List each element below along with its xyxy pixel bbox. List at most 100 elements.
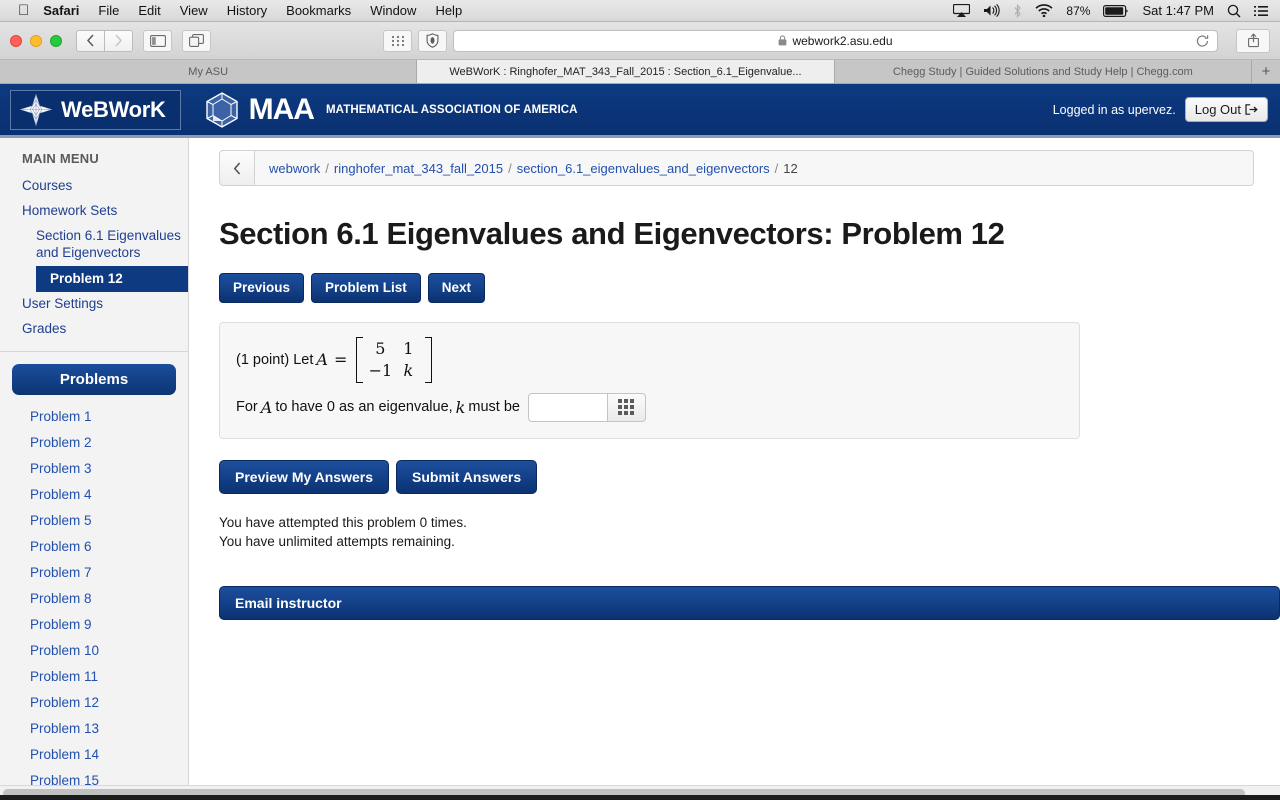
logged-in-text: Logged in as upervez. xyxy=(1052,102,1176,117)
lock-icon xyxy=(779,35,787,46)
privacy-shield-icon[interactable] xyxy=(418,29,447,52)
email-instructor-row: Email instructor xyxy=(219,585,1280,620)
menu-item-help[interactable]: Help xyxy=(435,3,462,18)
problem-link[interactable]: Problem 13 xyxy=(0,715,188,741)
breadcrumb-separator: / xyxy=(508,160,512,176)
share-icon[interactable] xyxy=(1236,28,1270,53)
maximize-window-button[interactable] xyxy=(50,34,62,47)
breadcrumb-separator: / xyxy=(774,160,779,176)
screen-bottom-edge xyxy=(0,795,1280,800)
breadcrumb-item-set[interactable]: section_6.1_eigenvalues_and_eigenvectors xyxy=(517,161,770,176)
preview-my-answers-button[interactable]: Preview My Answers xyxy=(219,459,389,494)
keypad-dots xyxy=(618,399,635,415)
menu-item-bookmarks[interactable]: Bookmarks xyxy=(286,3,351,18)
browser-tab-bar: My ASU WeBWorK : Ringhofer_MAT_343_Fall_… xyxy=(0,60,1280,84)
problem-link[interactable]: Problem 5 xyxy=(0,507,188,533)
notification-center-icon[interactable] xyxy=(1254,5,1268,17)
apple-menu-icon[interactable]:  xyxy=(18,3,29,18)
main-menu-heading: MAIN MENU xyxy=(22,151,99,166)
matrix-cell-r1c1: 5 xyxy=(375,339,386,358)
question-variable-a: A xyxy=(260,397,273,417)
next-button[interactable]: Next xyxy=(427,273,486,303)
browser-tab-chegg[interactable]: Chegg Study | Guided Solutions and Study… xyxy=(835,60,1252,83)
submit-answers-button[interactable]: Submit Answers xyxy=(396,459,538,494)
forward-button[interactable] xyxy=(104,29,133,52)
problems-section-header[interactable]: Problems xyxy=(12,364,176,396)
attempts-count-text: You have attempted this problem 0 times. xyxy=(219,514,467,530)
breadcrumb-item-course[interactable]: ringhofer_mat_343_fall_2015 xyxy=(334,161,503,176)
problem-points-text: (1 point) Let xyxy=(236,351,314,368)
problem-matrix-line: (1 point) Let A = 5 1 −1 k xyxy=(236,336,1063,383)
maa-logo-block[interactable]: MAA MATHEMATICAL ASSOCIATION OF AMERICA xyxy=(203,91,578,129)
webwork-star-logo-icon xyxy=(19,93,53,126)
browser-tab-my-asu[interactable]: My ASU xyxy=(0,60,418,83)
previous-button[interactable]: Previous xyxy=(219,273,305,303)
problem-link[interactable]: Problem 14 xyxy=(0,741,188,767)
tab-overview-button[interactable] xyxy=(182,29,211,52)
problem-link[interactable]: Problem 9 xyxy=(0,611,188,637)
breadcrumb-item-current: 12 xyxy=(783,160,798,176)
menu-item-file[interactable]: File xyxy=(98,3,119,18)
minimize-window-button[interactable] xyxy=(30,34,42,47)
attempts-remaining-text: You have unlimited attempts remaining. xyxy=(219,534,455,550)
wifi-icon[interactable] xyxy=(1035,4,1053,17)
keypad-grid-icon[interactable] xyxy=(607,392,646,422)
breadcrumb-separator: / xyxy=(325,160,329,176)
volume-icon[interactable] xyxy=(983,4,1001,17)
menu-item-safari[interactable]: Safari xyxy=(43,3,79,18)
problem-list-button[interactable]: Problem List xyxy=(311,273,421,303)
log-out-button[interactable]: Log Out xyxy=(1184,97,1268,122)
matrix-display: 5 1 −1 k xyxy=(356,336,433,383)
top-sites-icon[interactable] xyxy=(383,29,412,52)
menu-bar-clock[interactable]: Sat 1:47 PM xyxy=(1142,3,1214,18)
menu-item-window[interactable]: Window xyxy=(370,3,416,18)
reload-icon[interactable] xyxy=(1196,34,1209,47)
spotlight-search-icon[interactable] xyxy=(1227,4,1241,18)
toolbar-right-buttons xyxy=(1236,28,1270,53)
problem-link[interactable]: Problem 10 xyxy=(0,637,188,663)
url-field[interactable]: webwork2.asu.edu xyxy=(453,29,1218,52)
problem-link[interactable]: Problem 1 xyxy=(0,403,188,429)
sidebar-item-grades[interactable]: Grades xyxy=(0,317,188,342)
page-body: MAIN MENU Courses Homework Sets Section … xyxy=(0,138,1280,797)
bluetooth-icon[interactable] xyxy=(1013,3,1022,18)
sidebar-item-problem-12[interactable]: Problem 12 xyxy=(36,265,188,293)
sidebar-divider xyxy=(0,351,188,353)
matrix-right-bracket xyxy=(425,336,433,383)
main-sidebar: MAIN MENU Courses Homework Sets Section … xyxy=(0,138,189,797)
browser-tab-webwork[interactable]: WeBWorK : Ringhofer_MAT_343_Fall_2015 : … xyxy=(417,60,835,83)
login-status-area: Logged in as upervez. Log Out xyxy=(1053,97,1268,122)
airplay-icon[interactable] xyxy=(953,4,971,17)
battery-icon[interactable] xyxy=(1103,4,1129,17)
back-button[interactable] xyxy=(76,29,105,52)
problem-link[interactable]: Problem 2 xyxy=(0,429,188,455)
menu-item-history[interactable]: History xyxy=(227,3,267,18)
breadcrumb-back-button[interactable] xyxy=(219,150,255,186)
log-out-label: Log Out xyxy=(1194,102,1241,117)
problem-link[interactable]: Problem 6 xyxy=(0,533,188,559)
sidebar-item-section-6-1[interactable]: Section 6.1 Eigenvalues and Eigenvectors xyxy=(0,224,188,266)
problem-link[interactable]: Problem 12 xyxy=(0,689,188,715)
sidebar-item-user-settings[interactable]: User Settings xyxy=(0,292,188,317)
sidebar-item-courses[interactable]: Courses xyxy=(0,174,188,199)
problem-link[interactable]: Problem 3 xyxy=(0,455,188,481)
close-window-button[interactable] xyxy=(10,34,22,47)
sign-out-icon xyxy=(1245,104,1258,115)
new-tab-button[interactable]: + xyxy=(1252,60,1280,83)
webwork-wordmark: WeBWorK xyxy=(61,96,166,122)
webwork-logo[interactable]: WeBWorK xyxy=(10,89,181,130)
problem-link[interactable]: Problem 4 xyxy=(0,481,188,507)
menu-item-view[interactable]: View xyxy=(180,3,208,18)
sidebar-item-homework-sets[interactable]: Homework Sets xyxy=(0,199,188,224)
menu-item-edit[interactable]: Edit xyxy=(138,3,160,18)
main-content: webwork / ringhofer_mat_343_fall_2015 / … xyxy=(189,138,1280,797)
matrix-cell-r2c1: −1 xyxy=(368,361,393,380)
problem-link[interactable]: Problem 11 xyxy=(0,663,188,689)
answer-input[interactable] xyxy=(527,392,608,422)
email-instructor-button[interactable]: Email instructor xyxy=(219,585,1280,620)
problem-link[interactable]: Problem 8 xyxy=(0,585,188,611)
problem-statement-box: (1 point) Let A = 5 1 −1 k For A to have… xyxy=(219,321,1080,439)
sidebar-toggle-button[interactable] xyxy=(143,29,172,52)
problem-link[interactable]: Problem 7 xyxy=(0,559,188,585)
breadcrumb-item-webwork[interactable]: webwork xyxy=(269,161,320,176)
